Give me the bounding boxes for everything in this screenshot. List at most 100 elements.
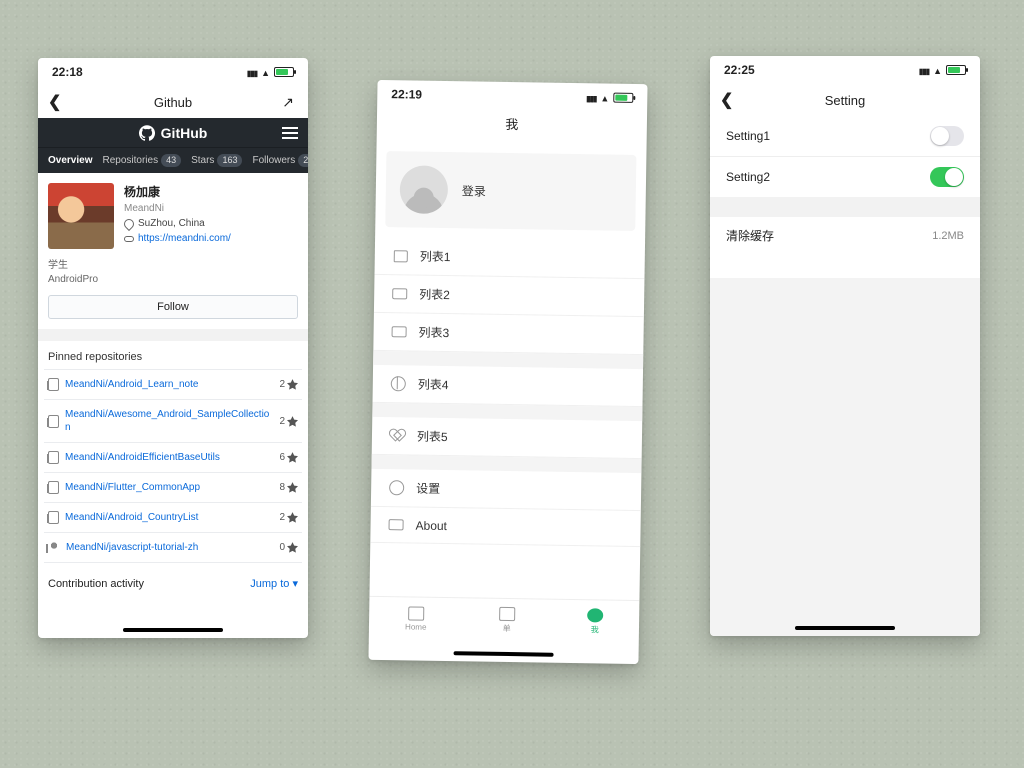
clear-cache-row[interactable]: 清除缓存 1.2MB bbox=[710, 217, 980, 254]
pinned-repo-item[interactable]: MeandNi/Flutter_CommonApp8 bbox=[44, 473, 302, 503]
open-external-icon[interactable]: ↗ bbox=[282, 94, 294, 111]
setting2-toggle[interactable] bbox=[930, 167, 964, 187]
tab-me[interactable]: 我 bbox=[587, 608, 603, 635]
profile-handle: MeandNi bbox=[124, 201, 231, 216]
home-indicator bbox=[795, 626, 895, 630]
clear-cache-label: 清除缓存 bbox=[726, 227, 774, 244]
tab-repositories[interactable]: Repositories43 bbox=[102, 154, 181, 167]
repo-icon bbox=[48, 481, 59, 494]
menu-item[interactable]: About bbox=[370, 507, 641, 547]
battery-icon bbox=[274, 67, 294, 77]
avatar[interactable] bbox=[48, 183, 114, 249]
menu-item[interactable]: 设置 bbox=[371, 469, 642, 511]
github-logo: GitHub bbox=[139, 125, 208, 141]
tab-home[interactable]: Home bbox=[405, 606, 427, 631]
status-icons bbox=[919, 63, 966, 77]
tab-overview[interactable]: Overview bbox=[48, 154, 92, 167]
battery-icon bbox=[613, 93, 633, 103]
menu-item-label: 列表1 bbox=[420, 248, 451, 265]
menu-group-1: 列表1 列表2 列表3 bbox=[373, 237, 645, 355]
repo-stars: 2 bbox=[279, 416, 298, 427]
repo-name: MeandNi/javascript-tutorial-zh bbox=[66, 541, 273, 554]
bag-icon bbox=[499, 607, 515, 621]
repo-stars: 2 bbox=[279, 379, 298, 390]
phone-github: 22:18 ❮ Github ↗ GitHub Overview Reposit… bbox=[38, 58, 308, 638]
menu-item[interactable]: 列表1 bbox=[375, 237, 646, 279]
tab-followers[interactable]: Followers2 bbox=[252, 154, 308, 167]
back-button[interactable]: ❮ bbox=[720, 90, 733, 110]
home-indicator bbox=[454, 651, 554, 657]
nav-bar: ❮ Github ↗ bbox=[38, 86, 308, 118]
page-title: Github bbox=[154, 95, 192, 110]
menu-item[interactable]: 列表3 bbox=[373, 313, 644, 355]
card-icon bbox=[392, 324, 407, 339]
repo-stars: 6 bbox=[279, 452, 298, 463]
menu-item-label: 列表5 bbox=[417, 428, 448, 445]
pinned-repo-item[interactable]: MeandNi/Android_Learn_note2 bbox=[44, 370, 302, 400]
status-bar: 22:18 bbox=[38, 58, 308, 86]
phone-setting: 22:25 ❮ Setting Setting1 Setting2 清除缓存 1… bbox=[710, 56, 980, 636]
book-icon bbox=[393, 248, 408, 263]
setting-label: Setting2 bbox=[726, 170, 770, 184]
status-bar: 22:25 bbox=[710, 56, 980, 84]
empty-area bbox=[710, 278, 980, 636]
menu-item[interactable]: 列表5 bbox=[372, 417, 643, 459]
setting1-toggle[interactable] bbox=[930, 126, 964, 146]
repo-stars: 8 bbox=[279, 482, 298, 493]
phone-me: 22:19 我 登录 列表1 列表2 列表3 列表4 列表5 设置 About Hom… bbox=[368, 80, 647, 664]
smile-icon bbox=[587, 608, 603, 622]
signal-icon bbox=[586, 90, 596, 104]
repo-icon bbox=[48, 378, 59, 391]
repo-icon bbox=[48, 511, 59, 524]
pinned-repo-item[interactable]: MeandNi/AndroidEfficientBaseUtils 6 bbox=[44, 443, 302, 473]
menu-button[interactable] bbox=[282, 127, 298, 139]
pinned-repo-item[interactable]: MeandNi/javascript-tutorial-zh0 bbox=[44, 533, 302, 563]
github-mark-icon bbox=[139, 125, 155, 141]
wifi-icon bbox=[933, 63, 942, 77]
menu-item-label: 设置 bbox=[416, 480, 440, 497]
pinned-repo-item[interactable]: MeandNi/Awesome_Android_SampleCollection… bbox=[44, 400, 302, 443]
page-title: 我 bbox=[377, 108, 647, 145]
menu-item-label: 列表4 bbox=[418, 376, 449, 393]
setting-row-2: Setting2 bbox=[710, 157, 980, 197]
login-card[interactable]: 登录 bbox=[385, 151, 636, 231]
repo-icon bbox=[48, 542, 60, 554]
status-time: 22:19 bbox=[391, 87, 422, 101]
setting-row-1: Setting1 bbox=[710, 116, 980, 156]
tab-stars[interactable]: Stars163 bbox=[191, 154, 242, 167]
location-icon bbox=[122, 216, 136, 230]
wifi-icon bbox=[600, 90, 609, 104]
mail-icon bbox=[388, 517, 403, 532]
link-icon bbox=[124, 236, 134, 242]
home-indicator bbox=[123, 628, 223, 632]
jump-to-button[interactable]: Jump to bbox=[250, 577, 298, 590]
globe-icon bbox=[391, 376, 406, 391]
github-brand-label: GitHub bbox=[161, 125, 208, 141]
follow-button[interactable]: Follow bbox=[48, 295, 298, 319]
github-header: GitHub Overview Repositories43 Stars163 … bbox=[38, 118, 308, 173]
menu-item-label: 列表2 bbox=[419, 286, 450, 303]
profile-bio: 学生 AndroidPro bbox=[38, 259, 308, 295]
wifi-icon bbox=[261, 65, 270, 79]
profile-website[interactable]: https://meandni.com/ bbox=[138, 231, 231, 246]
signal-icon bbox=[919, 63, 929, 77]
repo-icon bbox=[48, 415, 59, 428]
page-title: Setting bbox=[825, 93, 865, 108]
menu-item-label: 列表3 bbox=[418, 324, 449, 341]
pinned-repo-item[interactable]: MeandNi/Android_CountryList2 bbox=[44, 503, 302, 533]
heart-icon bbox=[390, 428, 405, 443]
tab-second[interactable]: 单 bbox=[499, 607, 515, 634]
repo-name: MeandNi/AndroidEfficientBaseUtils bbox=[65, 451, 273, 464]
profile-block: 杨加康 MeandNi SuZhou, China https://meandn… bbox=[38, 173, 308, 259]
status-time: 22:25 bbox=[724, 63, 755, 77]
status-bar: 22:19 bbox=[377, 80, 647, 112]
menu-item[interactable]: 列表4 bbox=[372, 365, 643, 407]
profile-location: SuZhou, China bbox=[138, 216, 205, 231]
setting-label: Setting1 bbox=[726, 129, 770, 143]
bottom-tab-bar: Home 单 我 bbox=[369, 596, 640, 644]
login-label: 登录 bbox=[462, 182, 486, 199]
github-tabs: Overview Repositories43 Stars163 Followe… bbox=[38, 148, 308, 173]
back-button[interactable]: ❮ bbox=[48, 92, 61, 112]
menu-item[interactable]: 列表2 bbox=[374, 275, 645, 317]
battery-icon bbox=[946, 65, 966, 75]
